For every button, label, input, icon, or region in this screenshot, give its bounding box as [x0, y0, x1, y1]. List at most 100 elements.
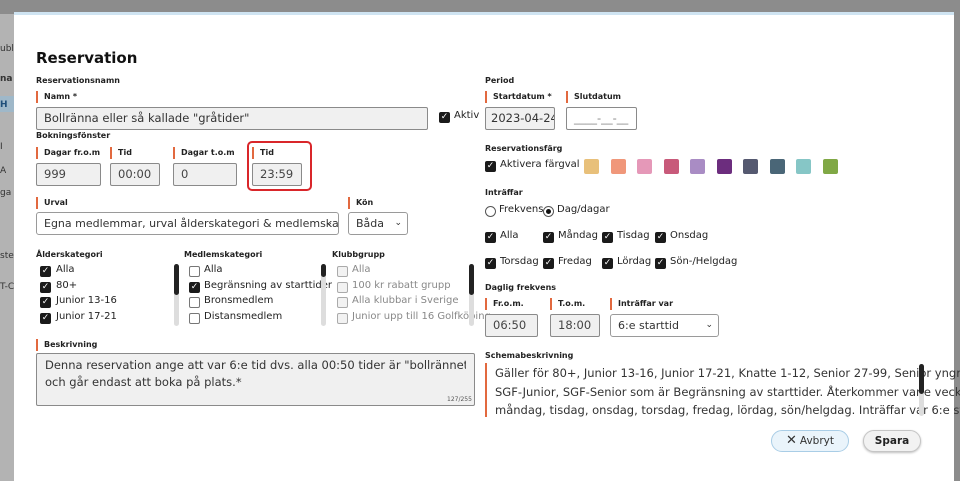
booking-window-section: Bokningsfönster: [36, 131, 111, 140]
scrollbar-thumb[interactable]: [174, 264, 179, 295]
selection-value: Egna medlemmar, urval ålderskategori & m…: [44, 217, 339, 230]
schedule-section: Schemabeskrivning: [485, 351, 574, 360]
day-all-checkbox[interactable]: ✓: [485, 232, 496, 243]
sunday-holiday-label: Sön-/Helgdag: [670, 256, 738, 267]
background-text: A: [0, 166, 7, 176]
background-text: ste: [0, 251, 14, 261]
color-swatch[interactable]: [769, 159, 785, 174]
age-all-checkbox[interactable]: ✓: [40, 266, 51, 277]
color-swatch[interactable]: [716, 159, 732, 174]
activate-color-checkbox[interactable]: ✓: [485, 161, 496, 172]
every-dropdown[interactable]: 6:e starttid ⌄: [610, 314, 719, 337]
description-counter: 127/255: [447, 396, 472, 403]
active-label: Aktiv: [454, 110, 480, 121]
frequency-radio[interactable]: [485, 206, 496, 217]
club-junior-checkbox[interactable]: [337, 313, 348, 324]
description-textarea[interactable]: Denna reservation ange att var 6:e tid d…: [36, 353, 475, 406]
gender-dropdown[interactable]: Båda ⌄: [348, 212, 408, 235]
member-category-scrollbar[interactable]: [321, 264, 326, 326]
daily-frequency-section: Daglig frekvens: [485, 283, 557, 292]
dialog-title: Reservation: [36, 49, 138, 67]
saturday-label: Lördag: [617, 256, 652, 267]
reservation-name-section: Reservationsnamn: [36, 76, 120, 85]
schedule-scrollbar[interactable]: [919, 364, 924, 416]
time-from-input[interactable]: 00:00: [110, 163, 160, 186]
scrollbar-thumb[interactable]: [321, 264, 326, 277]
to-time-input[interactable]: 18:00: [550, 314, 600, 337]
tuesday-checkbox[interactable]: ✓: [602, 232, 613, 243]
member-bronze-label: Bronsmedlem: [204, 295, 274, 306]
to-time-label: T.o.m.: [550, 298, 585, 310]
member-all-label: Alla: [204, 264, 223, 275]
from-time-input[interactable]: 06:50: [485, 314, 538, 337]
age-junior-13-16-checkbox[interactable]: ✓: [40, 297, 51, 308]
every-label: Inträffar var: [610, 298, 673, 310]
color-swatch[interactable]: [796, 159, 811, 174]
member-bronze-checkbox[interactable]: [189, 297, 200, 308]
member-restricted-checkbox[interactable]: ✓: [189, 282, 200, 293]
age-category-scrollbar[interactable]: [174, 264, 179, 326]
club-discount-checkbox[interactable]: [337, 282, 348, 293]
schedule-line: Gäller för 80+, Junior 13-16, Junior 17-…: [495, 366, 960, 380]
days-from-input[interactable]: 999: [36, 163, 101, 186]
start-date-input[interactable]: 2023-04-24: [485, 107, 555, 130]
color-swatch[interactable]: [610, 159, 626, 174]
end-date-input[interactable]: ____-__-__: [566, 107, 637, 130]
schedule-text: Gäller för 80+, Junior 13-16, Junior 17-…: [495, 364, 960, 420]
club-all-checkbox[interactable]: [337, 266, 348, 277]
background-text: H: [0, 100, 8, 110]
member-distance-checkbox[interactable]: [189, 313, 200, 324]
days-from-label: Dagar fr.o.m: [36, 147, 100, 159]
member-distance-label: Distansmedlem: [204, 311, 283, 322]
thursday-checkbox[interactable]: ✓: [485, 258, 496, 269]
color-swatch[interactable]: [637, 159, 652, 174]
member-all-checkbox[interactable]: [189, 266, 200, 277]
age-80-checkbox[interactable]: ✓: [40, 282, 51, 293]
close-icon: ✕: [785, 433, 797, 448]
save-button[interactable]: Spara: [863, 430, 921, 452]
color-swatch[interactable]: [690, 159, 705, 174]
sunday-holiday-checkbox[interactable]: ✓: [655, 258, 666, 269]
friday-label: Fredag: [558, 256, 592, 267]
schedule-line: måndag, tisdag, onsdag, torsdag, fredag,…: [495, 403, 960, 417]
saturday-checkbox[interactable]: ✓: [602, 258, 613, 269]
club-all-sweden-label: Alla klubbar i Sverige: [352, 295, 459, 306]
description-line: och går endast att boka på plats.*: [45, 375, 242, 389]
description-line: Denna reservation ange att var 6:e tid d…: [45, 358, 466, 372]
day-radio[interactable]: [543, 206, 554, 217]
age-category-label: Ålderskategori: [36, 250, 103, 259]
age-80-label: 80+: [56, 280, 78, 291]
reservation-dialog: Reservation Reservationsnamn Namn * Boll…: [14, 12, 960, 481]
background-text: T-C: [0, 282, 14, 292]
color-swatch[interactable]: [743, 159, 758, 174]
club-all-sweden-checkbox[interactable]: [337, 297, 348, 308]
selection-label: Urval: [36, 197, 68, 209]
wednesday-checkbox[interactable]: ✓: [655, 232, 666, 243]
description-label: Beskrivning: [36, 339, 97, 351]
monday-checkbox[interactable]: ✓: [543, 232, 554, 243]
cancel-button[interactable]: ✕ Avbryt: [771, 430, 849, 452]
scrollbar-thumb[interactable]: [469, 264, 474, 295]
cancel-label: Avbryt: [799, 435, 834, 447]
scrollbar-thumb[interactable]: [919, 364, 924, 394]
days-to-input[interactable]: 0: [173, 163, 237, 186]
active-checkbox[interactable]: ✓: [439, 112, 450, 123]
color-swatch[interactable]: [822, 159, 838, 174]
occurs-section: Inträffar: [485, 188, 523, 197]
club-group-label: Klubbgrupp: [332, 250, 385, 259]
frequency-label: Frekvens: [499, 204, 544, 215]
friday-checkbox[interactable]: ✓: [543, 258, 554, 269]
name-input[interactable]: Bollränna eller så kallade "gråtider": [36, 107, 428, 130]
selection-dropdown[interactable]: Egna medlemmar, urval ålderskategori & m…: [36, 212, 339, 235]
schedule-accent-bar: [485, 363, 487, 417]
time-to-input[interactable]: 23:59: [252, 163, 302, 186]
from-time-label: Fr.o.m.: [485, 298, 524, 310]
club-group-scrollbar[interactable]: [469, 264, 474, 326]
age-junior-17-21-checkbox[interactable]: ✓: [40, 313, 51, 324]
day-label: Dag/dagar: [557, 204, 610, 215]
age-junior-13-16-label: Junior 13-16: [56, 295, 117, 306]
reservation-color-section: Reservationsfärg: [485, 144, 563, 153]
tuesday-label: Tisdag: [617, 230, 650, 241]
color-swatch[interactable]: [663, 159, 679, 174]
color-swatch[interactable]: [584, 159, 599, 174]
